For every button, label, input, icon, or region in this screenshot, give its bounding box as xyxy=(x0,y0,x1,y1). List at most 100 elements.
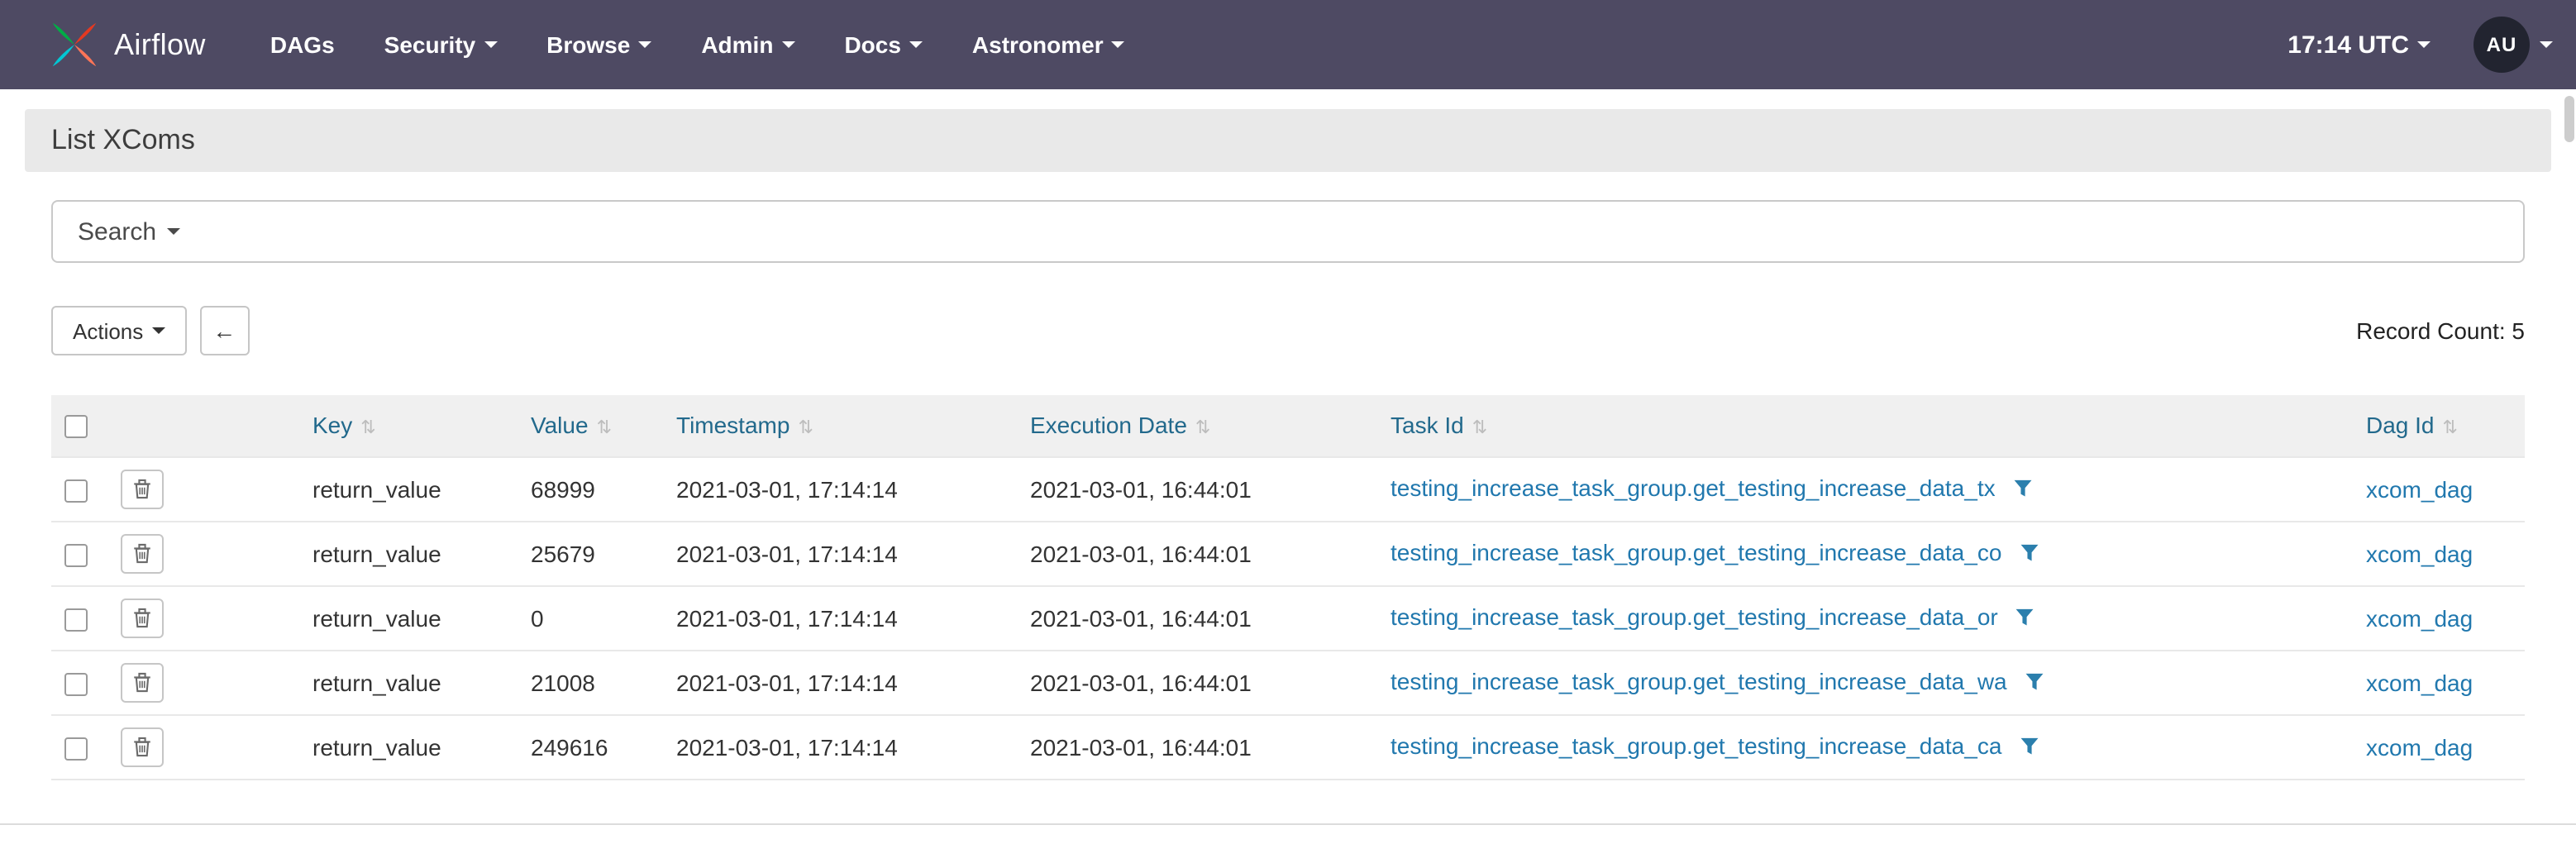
trash-icon xyxy=(132,671,152,693)
filter-funnel-icon[interactable] xyxy=(2016,605,2035,632)
nav-item-astronomer[interactable]: Astronomer xyxy=(947,0,1150,89)
nav-menu: DAGs Security Browse Admin Docs Astronom… xyxy=(246,0,1150,89)
table-row: return_value 0 2021-03-01, 17:14:14 2021… xyxy=(51,585,2525,650)
xcom-key-cell: return_value xyxy=(299,456,518,521)
task-id-link[interactable]: testing_increase_task_group.get_testing_… xyxy=(1391,475,1996,501)
table-row: return_value 25679 2021-03-01, 17:14:14 … xyxy=(51,521,2525,585)
task-id-cell: testing_increase_task_group.get_testing_… xyxy=(1377,585,2353,650)
xcom-key-cell: return_value xyxy=(299,585,518,650)
top-navbar: Airflow DAGs Security Browse Admin Docs … xyxy=(0,0,2576,89)
column-header-task_id[interactable]: Task Id⇅ xyxy=(1377,395,2353,456)
airflow-brand[interactable]: Airflow xyxy=(50,20,206,69)
dag-id-link[interactable]: xcom_dag xyxy=(2366,733,2473,760)
execution-date-cell: 2021-03-01, 16:44:01 xyxy=(1017,650,1377,714)
table-row: return_value 68999 2021-03-01, 17:14:14 … xyxy=(51,456,2525,521)
table-row: return_value 249616 2021-03-01, 17:14:14… xyxy=(51,714,2525,779)
filter-funnel-icon[interactable] xyxy=(2025,670,2043,696)
trash-icon xyxy=(132,478,152,499)
task-id-link[interactable]: testing_increase_task_group.get_testing_… xyxy=(1391,539,2001,565)
table-body: return_value 68999 2021-03-01, 17:14:14 … xyxy=(51,456,2525,779)
clock-dropdown[interactable]: 17:14 UTC xyxy=(2287,31,2431,59)
task-id-cell: testing_increase_task_group.get_testing_… xyxy=(1377,521,2353,585)
row-checkbox[interactable] xyxy=(64,672,88,695)
row-actions-cell xyxy=(107,714,299,779)
timestamp-cell: 2021-03-01, 17:14:14 xyxy=(663,456,1017,521)
column-header-key[interactable]: Key⇅ xyxy=(299,395,518,456)
task-id-cell: testing_increase_task_group.get_testing_… xyxy=(1377,650,2353,714)
page-header: List XComs xyxy=(25,109,2551,172)
xcom-value-cell: 68999 xyxy=(518,456,663,521)
filter-funnel-icon[interactable] xyxy=(2020,734,2038,761)
row-checkbox[interactable] xyxy=(64,543,88,566)
delete-row-button[interactable] xyxy=(121,662,164,702)
execution-date-cell: 2021-03-01, 16:44:01 xyxy=(1017,585,1377,650)
dag-id-link[interactable]: xcom_dag xyxy=(2366,475,2473,502)
row-checkbox[interactable] xyxy=(64,737,88,760)
delete-row-button[interactable] xyxy=(121,727,164,766)
search-dropdown[interactable]: Search xyxy=(51,200,2525,263)
dag-id-link[interactable]: xcom_dag xyxy=(2366,604,2473,631)
column-header-dag_id[interactable]: Dag Id⇅ xyxy=(2353,395,2525,456)
actions-button[interactable]: Actions xyxy=(51,306,186,355)
dag-id-cell: xcom_dag xyxy=(2353,521,2525,585)
task-id-cell: testing_increase_task_group.get_testing_… xyxy=(1377,456,2353,521)
timestamp-cell: 2021-03-01, 17:14:14 xyxy=(663,650,1017,714)
nav-item-admin[interactable]: Admin xyxy=(676,0,819,89)
table-row: return_value 21008 2021-03-01, 17:14:14 … xyxy=(51,650,2525,714)
row-checkbox[interactable] xyxy=(64,608,88,631)
table-header-row: Key⇅ Value⇅ Timestamp⇅ Execution Date⇅ T… xyxy=(51,395,2525,456)
delete-row-button[interactable] xyxy=(121,533,164,573)
row-checkbox[interactable] xyxy=(64,479,88,502)
execution-date-cell: 2021-03-01, 16:44:01 xyxy=(1017,714,1377,779)
sort-icon: ⇅ xyxy=(597,419,612,439)
execution-date-cell: 2021-03-01, 16:44:01 xyxy=(1017,456,1377,521)
row-select-cell xyxy=(51,456,107,521)
xcom-table: Key⇅ Value⇅ Timestamp⇅ Execution Date⇅ T… xyxy=(51,395,2525,780)
bottom-divider xyxy=(0,823,2576,824)
sort-icon: ⇅ xyxy=(2443,419,2458,439)
user-menu[interactable]: AU xyxy=(2473,17,2553,73)
timestamp-cell: 2021-03-01, 17:14:14 xyxy=(663,521,1017,585)
filter-funnel-icon[interactable] xyxy=(2020,541,2038,567)
row-select-cell xyxy=(51,585,107,650)
caret-down-icon xyxy=(638,41,651,48)
back-button[interactable]: ← xyxy=(199,306,249,355)
xcom-value-cell: 25679 xyxy=(518,521,663,585)
page-content: Search Actions ← Record Count: 5 xyxy=(25,200,2551,780)
row-select-cell xyxy=(51,714,107,779)
dag-id-cell: xcom_dag xyxy=(2353,650,2525,714)
xcom-value-cell: 249616 xyxy=(518,714,663,779)
column-header-timestamp[interactable]: Timestamp⇅ xyxy=(663,395,1017,456)
dag-id-link[interactable]: xcom_dag xyxy=(2366,669,2473,695)
row-select-cell xyxy=(51,521,107,585)
arrow-left-icon: ← xyxy=(212,317,236,344)
caret-down-icon xyxy=(2540,41,2553,48)
dag-id-cell: xcom_dag xyxy=(2353,585,2525,650)
xcom-value-cell: 21008 xyxy=(518,650,663,714)
caret-down-icon xyxy=(1112,41,1125,48)
nav-item-docs[interactable]: Docs xyxy=(819,0,947,89)
nav-item-dags[interactable]: DAGs xyxy=(246,0,360,89)
select-all-checkbox[interactable] xyxy=(64,416,88,439)
caret-down-icon xyxy=(484,41,497,48)
row-actions-header xyxy=(107,395,299,456)
task-id-link[interactable]: testing_increase_task_group.get_testing_… xyxy=(1391,732,2001,759)
delete-row-button[interactable] xyxy=(121,469,164,508)
sort-icon: ⇅ xyxy=(1472,419,1487,439)
nav-item-security[interactable]: Security xyxy=(360,0,522,89)
task-id-link[interactable]: testing_increase_task_group.get_testing_… xyxy=(1391,603,1998,630)
caret-down-icon xyxy=(151,327,165,334)
delete-row-button[interactable] xyxy=(121,598,164,637)
task-id-link[interactable]: testing_increase_task_group.get_testing_… xyxy=(1391,668,2007,694)
caret-down-icon xyxy=(2417,41,2431,48)
user-avatar[interactable]: AU xyxy=(2473,17,2530,73)
filter-funnel-icon[interactable] xyxy=(2013,476,2031,503)
dag-id-link[interactable]: xcom_dag xyxy=(2366,540,2473,566)
scrollbar-thumb[interactable] xyxy=(2564,96,2574,142)
row-actions-cell xyxy=(107,650,299,714)
nav-item-browse[interactable]: Browse xyxy=(522,0,676,89)
sort-icon: ⇅ xyxy=(1195,419,1210,439)
column-header-value[interactable]: Value⇅ xyxy=(518,395,663,456)
caret-down-icon xyxy=(909,41,923,48)
column-header-execution_date[interactable]: Execution Date⇅ xyxy=(1017,395,1377,456)
